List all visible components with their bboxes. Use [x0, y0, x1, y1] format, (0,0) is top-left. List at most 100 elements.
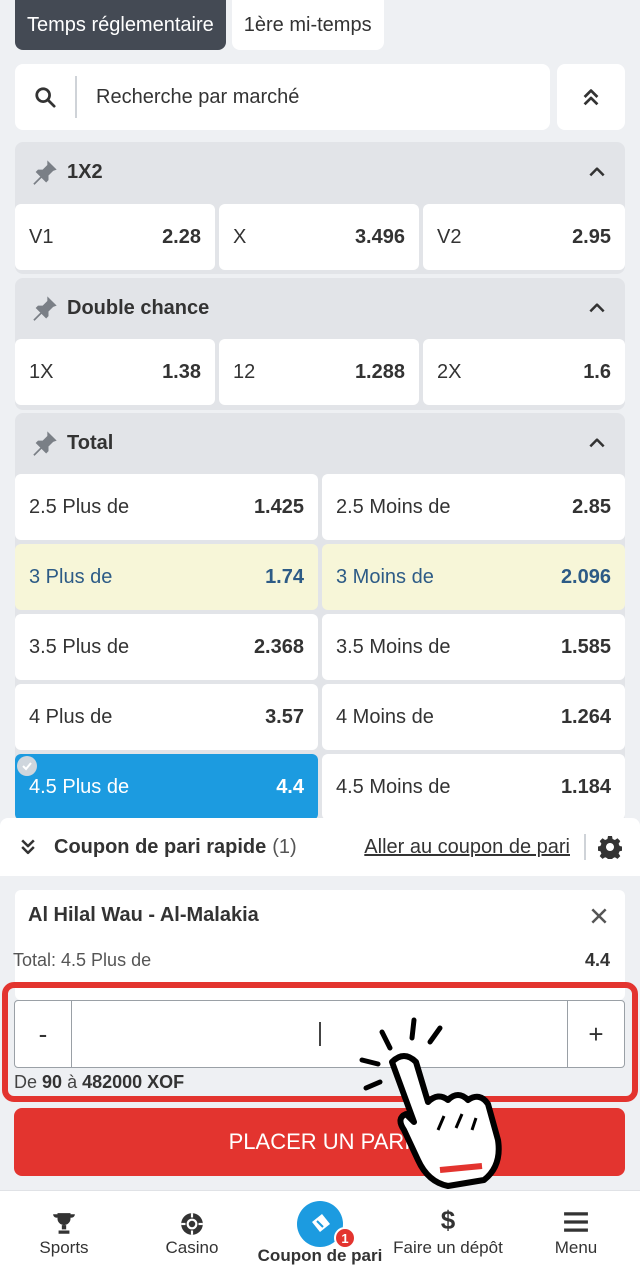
period-tabs: Temps réglementaire 1ère mi-temps — [15, 0, 384, 50]
increase-button[interactable]: + — [568, 1001, 624, 1067]
quick-bet-count: (1) — [272, 835, 297, 858]
search-placeholder: Recherche par marché — [96, 85, 300, 108]
range-min: 90 — [42, 1072, 63, 1092]
range-mid: à — [67, 1072, 78, 1092]
odds-row-total-4-5: 4.5 Plus de 4.4 4.5 Moins de 1.184 — [15, 754, 625, 820]
tap-hand-icon — [359, 1017, 502, 1189]
odds-row-total-2-5: 2.5 Plus de 1.425 2.5 Moins de 2.85 — [15, 474, 625, 540]
odd-value: 1.425 — [253, 495, 304, 518]
bet-selection: Total: 4.5 Plus de — [13, 950, 152, 970]
odd-label: 4 Plus de — [29, 705, 113, 728]
odds-row-total-3-5: 3.5 Plus de 2.368 3.5 Moins de 1.585 — [15, 614, 625, 680]
odd-over-2-5[interactable]: 2.5 Plus de 1.425 — [15, 474, 318, 540]
bottom-nav: Sports Casino 1 Coupon de pari $ Faire u… — [0, 1190, 640, 1280]
nav-bet-slip[interactable]: 1 Coupon de pari — [256, 1191, 384, 1280]
odd-value: 1.38 — [162, 360, 201, 383]
odd-under-3[interactable]: 3 Moins de 2.096 — [322, 544, 625, 610]
odd-label: 2X — [437, 360, 462, 383]
divider — [584, 834, 586, 860]
odd-over-4[interactable]: 4 Plus de 3.57 — [15, 684, 318, 750]
gear-icon[interactable] — [597, 835, 623, 864]
market-title: Total — [67, 431, 114, 454]
odd-label: 4.5 Plus de — [29, 775, 130, 798]
search-row: Recherche par marché — [15, 64, 625, 130]
odd-label: 4.5 Moins de — [336, 775, 451, 798]
tab-regular-time[interactable]: Temps réglementaire — [15, 0, 226, 50]
chevron-up-icon[interactable] — [587, 162, 607, 188]
odd-over-3-5[interactable]: 3.5 Plus de 2.368 — [15, 614, 318, 680]
odd-12[interactable]: 12 1.288 — [219, 339, 419, 405]
go-to-bet-slip-link[interactable]: Aller au coupon de pari — [364, 836, 570, 859]
market-header-1x2[interactable]: 1X2 — [15, 142, 625, 202]
odd-over-3[interactable]: 3 Plus de 1.74 — [15, 544, 318, 610]
market-header-total[interactable]: Total — [15, 413, 625, 473]
pin-icon[interactable] — [31, 158, 59, 186]
range-prefix: De — [14, 1072, 38, 1092]
nav-sports[interactable]: Sports — [0, 1191, 128, 1280]
decrease-button[interactable]: - — [15, 1001, 71, 1067]
text-caret — [318, 1022, 321, 1046]
odd-value: 2.096 — [560, 565, 611, 588]
odd-under-4-5[interactable]: 4.5 Moins de 1.184 — [322, 754, 625, 820]
collapse-all-button[interactable] — [557, 64, 625, 130]
check-icon — [17, 756, 37, 776]
nav-label: Faire un dépôt — [393, 1238, 503, 1257]
odd-v2[interactable]: V2 2.95 — [423, 204, 625, 270]
bet-slip-count-badge: 1 — [334, 1227, 356, 1249]
odd-label: 4 Moins de — [336, 705, 434, 728]
odd-value: 1.184 — [560, 775, 611, 798]
quick-bet-header: Coupon de pari rapide (1) Aller au coupo… — [0, 818, 640, 876]
hamburger-menu-icon — [563, 1211, 589, 1238]
odd-under-4[interactable]: 4 Moins de 1.264 — [322, 684, 625, 750]
stake-stepper: - + — [14, 1000, 625, 1068]
odd-x[interactable]: X 3.496 — [219, 204, 419, 270]
chevron-up-icon[interactable] — [587, 433, 607, 459]
odd-value: 4.4 — [276, 775, 304, 798]
pin-icon[interactable] — [31, 294, 59, 322]
chevron-up-icon[interactable] — [587, 298, 607, 324]
tab-first-half[interactable]: 1ère mi-temps — [231, 0, 384, 50]
odd-label: 3 Moins de — [336, 565, 434, 588]
odd-under-2-5[interactable]: 2.5 Moins de 2.85 — [322, 474, 625, 540]
odd-label: V2 — [437, 225, 462, 248]
nav-label: Menu — [554, 1238, 598, 1257]
odd-under-3-5[interactable]: 3.5 Moins de 1.585 — [322, 614, 625, 680]
odd-value: 2.95 — [572, 225, 611, 248]
odds-row-1x2: V1 2.28 X 3.496 V2 2.95 — [15, 204, 625, 270]
market-search-input[interactable]: Recherche par marché — [15, 64, 550, 130]
odd-label: 2.5 Moins de — [336, 495, 451, 518]
odd-1x[interactable]: 1X 1.38 — [15, 339, 215, 405]
market-title: Double chance — [67, 296, 210, 319]
odd-value: 2.28 — [162, 225, 201, 248]
odd-value: 1.264 — [560, 705, 611, 728]
odd-label: V1 — [29, 225, 54, 248]
odd-value: 3.57 — [265, 705, 304, 728]
odd-v1[interactable]: V1 2.28 — [15, 204, 215, 270]
trophy-icon — [51, 1211, 77, 1242]
bet-match-name: Al Hilal Wau - Al-Malakia — [28, 904, 259, 926]
odd-label: 3 Plus de — [29, 565, 113, 588]
odd-value: 2.368 — [253, 635, 304, 658]
odd-2x[interactable]: 2X 1.6 — [423, 339, 625, 405]
double-chevron-down-icon[interactable] — [18, 837, 38, 857]
pin-icon[interactable] — [31, 429, 59, 457]
place-bet-button[interactable]: PLACER UN PARI — [14, 1108, 625, 1176]
double-chevron-up-icon — [583, 89, 599, 106]
nav-label: Coupon de pari — [257, 1246, 383, 1265]
odd-over-4-5-selected[interactable]: 4.5 Plus de 4.4 — [15, 754, 318, 820]
stake-range: De 90 à 482000 XOF — [14, 1072, 184, 1093]
casino-chip-icon — [179, 1211, 205, 1242]
nav-deposit[interactable]: $ Faire un dépôt — [384, 1191, 512, 1280]
nav-casino[interactable]: Casino — [128, 1191, 256, 1280]
odds-row-total-3: 3 Plus de 1.74 3 Moins de 2.096 — [15, 544, 625, 610]
range-max: 482000 XOF — [82, 1072, 185, 1092]
bet-odd: 4.4 — [584, 950, 610, 970]
search-icon — [15, 76, 77, 118]
odd-label: 3.5 Moins de — [336, 635, 451, 658]
odd-value: 1.585 — [560, 635, 611, 658]
odds-row-total-4: 4 Plus de 3.57 4 Moins de 1.264 — [15, 684, 625, 750]
odd-value: 1.288 — [354, 360, 405, 383]
nav-menu[interactable]: Menu — [512, 1191, 640, 1280]
close-icon[interactable] — [589, 906, 609, 931]
market-header-double-chance[interactable]: Double chance — [15, 278, 625, 338]
